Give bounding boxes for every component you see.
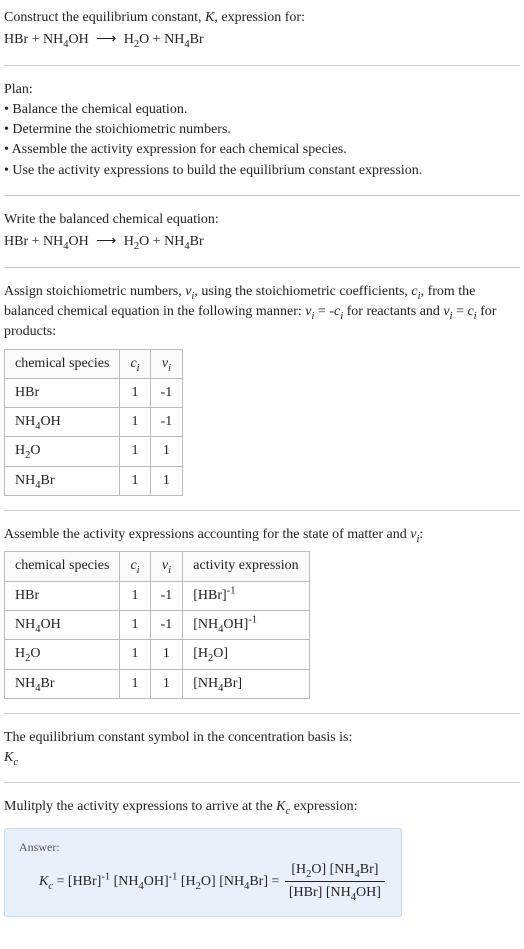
cell-species: H2O (5, 640, 120, 669)
answer-equation: Kc = [HBr]-1 [NH4OH]-1 [H2O] [NH4Br] = [… (19, 860, 387, 904)
basis-symbol: Kc (4, 748, 520, 768)
divider (4, 195, 520, 196)
balanced-reaction: HBr + NH4OH ⟶ H2O + NH4Br (4, 232, 520, 252)
stoich-intro: Assign stoichiometric numbers, νi, using… (4, 282, 520, 343)
cell-expr: [H2O] (183, 640, 309, 669)
cell-c: 1 (120, 408, 150, 437)
cell-species: NH4Br (5, 466, 120, 495)
table-row: NH4OH 1 -1 [NH4OH]-1 (5, 610, 310, 639)
answer-label: Answer: (19, 839, 387, 856)
table-row: NH4Br 1 1 [NH4Br] (5, 669, 310, 698)
cell-v: 1 (150, 669, 183, 698)
cell-species: NH4OH (5, 408, 120, 437)
stoich-table: chemical species ci νi HBr 1 -1 NH4OH 1 … (4, 349, 183, 496)
cell-species: NH4OH (5, 610, 120, 639)
prompt-section: Construct the equilibrium constant, K, e… (4, 8, 520, 51)
basis-line1: The equilibrium constant symbol in the c… (4, 728, 520, 748)
divider (4, 65, 520, 66)
col-v: νi (150, 349, 183, 378)
plan-title: Plan: (4, 80, 520, 100)
col-c: ci (120, 552, 150, 581)
balanced-section: Write the balanced chemical equation: HB… (4, 210, 520, 253)
cell-c: 1 (120, 640, 150, 669)
activity-section: Assemble the activity expressions accoun… (4, 525, 520, 699)
cell-v: -1 (150, 581, 183, 610)
col-species: chemical species (5, 349, 120, 378)
table-row: H2O 1 1 [H2O] (5, 640, 310, 669)
cell-species: HBr (5, 378, 120, 407)
divider (4, 782, 520, 783)
table-row: HBr 1 -1 [HBr]-1 (5, 581, 310, 610)
col-v: νi (150, 552, 183, 581)
cell-v: -1 (150, 378, 183, 407)
cell-v: -1 (150, 408, 183, 437)
table-header-row: chemical species ci νi activity expressi… (5, 552, 310, 581)
table-row: NH4OH 1 -1 (5, 408, 183, 437)
table-row: H2O 1 1 (5, 437, 183, 466)
multiply-intro: Mulitply the activity expressions to arr… (4, 797, 520, 817)
cell-expr: [HBr]-1 (183, 581, 309, 610)
table-header-row: chemical species ci νi (5, 349, 183, 378)
cell-v: 1 (150, 437, 183, 466)
basis-section: The equilibrium constant symbol in the c… (4, 728, 520, 769)
cell-species: H2O (5, 437, 120, 466)
answer-box: Answer: Kc = [HBr]-1 [NH4OH]-1 [H2O] [NH… (4, 828, 402, 917)
multiply-section: Mulitply the activity expressions to arr… (4, 797, 520, 817)
plan-bullet: • Determine the stoichiometric numbers. (4, 120, 520, 140)
cell-expr: [NH4Br] (183, 669, 309, 698)
col-c: ci (120, 349, 150, 378)
plan-bullet: • Use the activity expressions to build … (4, 161, 520, 181)
plan-bullet: • Assemble the activity expression for e… (4, 140, 520, 160)
cell-c: 1 (120, 437, 150, 466)
cell-c: 1 (120, 669, 150, 698)
cell-c: 1 (120, 466, 150, 495)
cell-species: NH4Br (5, 669, 120, 698)
stoich-section: Assign stoichiometric numbers, νi, using… (4, 282, 520, 496)
col-expr: activity expression (183, 552, 309, 581)
cell-c: 1 (120, 581, 150, 610)
divider (4, 510, 520, 511)
cell-v: -1 (150, 610, 183, 639)
cell-c: 1 (120, 378, 150, 407)
activity-intro: Assemble the activity expressions accoun… (4, 525, 520, 545)
cell-v: 1 (150, 466, 183, 495)
balanced-intro: Write the balanced chemical equation: (4, 210, 520, 230)
cell-expr: [NH4OH]-1 (183, 610, 309, 639)
plan-bullet: • Balance the chemical equation. (4, 100, 520, 120)
prompt-line1: Construct the equilibrium constant, K, e… (4, 8, 520, 28)
divider (4, 267, 520, 268)
cell-species: HBr (5, 581, 120, 610)
divider (4, 713, 520, 714)
cell-v: 1 (150, 640, 183, 669)
plan-section: Plan: • Balance the chemical equation. •… (4, 80, 520, 181)
table-row: NH4Br 1 1 (5, 466, 183, 495)
cell-c: 1 (120, 610, 150, 639)
table-row: HBr 1 -1 (5, 378, 183, 407)
prompt-reaction: HBr + NH4OH ⟶ H2O + NH4Br (4, 30, 520, 50)
col-species: chemical species (5, 552, 120, 581)
activity-table: chemical species ci νi activity expressi… (4, 551, 310, 698)
